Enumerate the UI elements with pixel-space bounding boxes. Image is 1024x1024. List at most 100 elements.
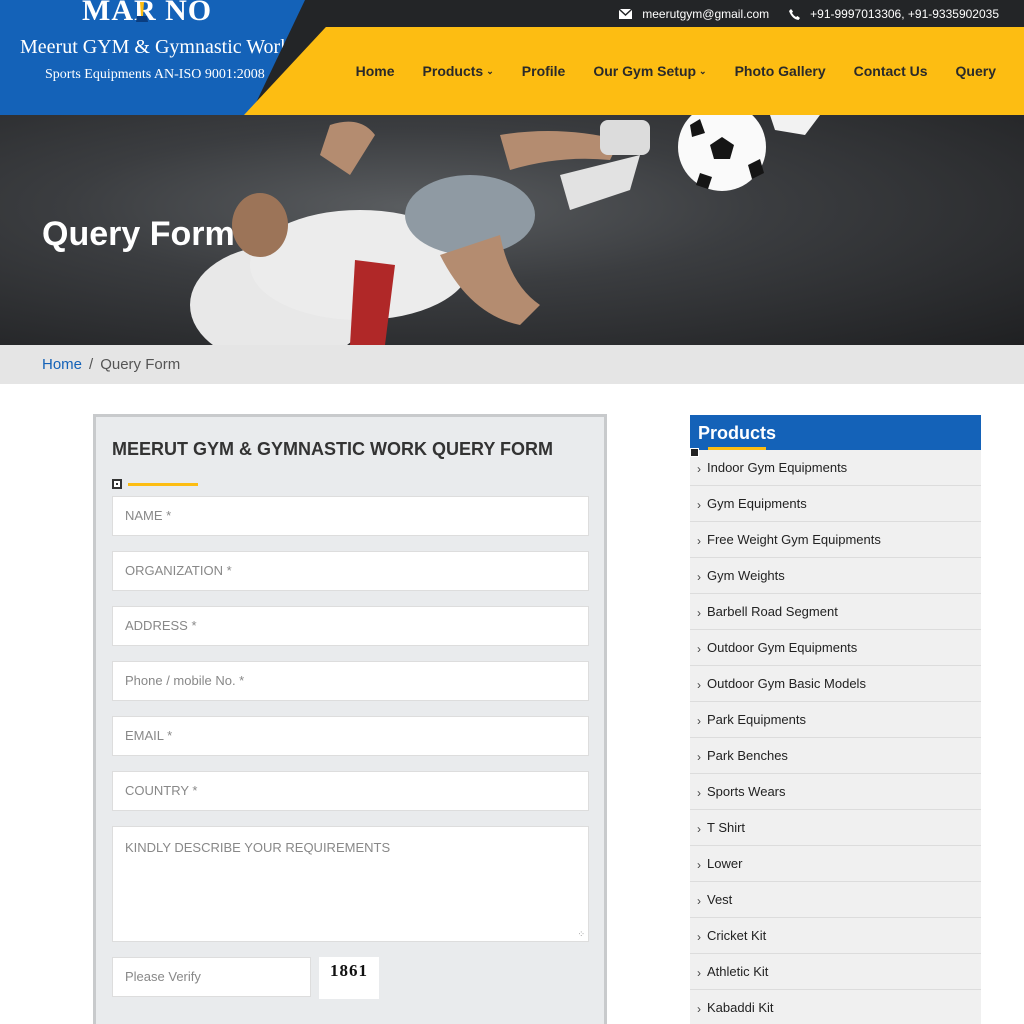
sidebar-item-sports-wears[interactable]: › Sports Wears — [690, 774, 981, 810]
nav-query-label: Query — [955, 63, 996, 79]
form-title: MEERUT GYM & GYMNASTIC WORK QUERY FORM — [112, 439, 553, 459]
products-sidebar: Products › Indoor Gym Equipments › Gym Equ… — [690, 415, 981, 1024]
sidebar-heading: Products — [690, 415, 981, 457]
sidebar-item-label: Outdoor Gym Basic Models — [707, 676, 866, 691]
sidebar-item-label: Barbell Road Segment — [707, 604, 838, 619]
chevron-right-icon: › — [697, 498, 701, 512]
nav-our-gym-setup[interactable]: Our Gym Setup ⌄ — [593, 63, 706, 79]
sidebar-item-gym-equipments[interactable]: › Gym Equipments — [690, 486, 981, 522]
sidebar-item-label: Gym Equipments — [707, 496, 807, 511]
sidebar-item-lower[interactable]: › Lower — [690, 846, 981, 882]
breadcrumb-home-link[interactable]: Home — [42, 356, 82, 373]
sidebar-item-gym-weights[interactable]: › Gym Weights — [690, 558, 981, 594]
sidebar-item-label: Kabaddi Kit — [707, 1000, 774, 1015]
sidebar-item-label: Outdoor Gym Equipments — [707, 640, 858, 655]
phone-input[interactable]: Phone / mobile No. * — [112, 661, 589, 701]
query-form: MEERUT GYM & GYMNASTIC WORK QUERY FORM N… — [93, 414, 607, 1024]
chevron-right-icon: › — [697, 462, 701, 476]
nav-home[interactable]: Home — [356, 63, 395, 79]
logo-torch-icon — [136, 2, 148, 22]
sidebar-item-label: Park Benches — [707, 748, 788, 763]
chevron-right-icon: › — [697, 750, 701, 764]
sidebar-title-underline — [708, 447, 766, 450]
breadcrumb-current: Query Form — [100, 356, 181, 373]
logo-company-name: Meerut GYM & Gymnastic Work — [20, 36, 291, 58]
square-bullet-icon — [112, 479, 122, 489]
address-input[interactable]: ADDRESS * — [112, 606, 589, 646]
collapse-icon[interactable] — [690, 448, 699, 457]
sidebar-item-label: Gym Weights — [707, 568, 785, 583]
nav-query[interactable]: Query — [956, 63, 996, 79]
requirements-placeholder: KINDLY DESCRIBE YOUR REQUIREMENTS — [125, 840, 391, 855]
sidebar-item-barbell-road-segment[interactable]: › Barbell Road Segment — [690, 594, 981, 630]
sidebar-item-label: Cricket Kit — [707, 928, 767, 943]
chevron-right-icon: › — [697, 1002, 701, 1016]
sidebar-item-label: T Shirt — [707, 820, 746, 835]
nav-contact-us-label: Contact Us — [853, 63, 928, 79]
chevron-right-icon: › — [697, 894, 701, 908]
breadcrumb: Home / Query Form — [0, 345, 1024, 384]
main-nav: Home Products ⌄ Profile Our Gym Setup ⌄ Ph… — [244, 27, 1024, 115]
sidebar-item-label: Park Equipments — [707, 712, 806, 727]
email-input[interactable]: EMAIL * — [112, 716, 589, 756]
contact-phone-text: +91-9997013306, +91-9335902035 — [810, 7, 999, 21]
nav-home-label: Home — [355, 63, 395, 79]
nav-photo-gallery-label: Photo Gallery — [734, 63, 826, 79]
main-content: MEERUT GYM & GYMNASTIC WORK QUERY FORM N… — [0, 384, 1024, 1024]
chevron-right-icon: › — [697, 966, 701, 980]
country-input[interactable]: COUNTRY * — [112, 771, 589, 811]
sidebar-item-label: Indoor Gym Equipments — [707, 460, 848, 475]
chevron-right-icon: › — [697, 858, 701, 872]
contact-bar: meerutgym@gmail.com +91-9997013306, +91-… — [619, 6, 999, 22]
name-input[interactable]: NAME * — [112, 496, 589, 536]
chevron-right-icon: › — [697, 606, 701, 620]
chevron-right-icon: › — [697, 714, 701, 728]
envelope-icon — [619, 9, 633, 19]
sidebar-item-vest[interactable]: › Vest — [690, 882, 981, 918]
sidebar-item-indoor-gym-equipments[interactable]: › Indoor Gym Equipments — [690, 450, 981, 486]
nav-products-label: Products — [422, 63, 484, 79]
nav-profile-label: Profile — [521, 63, 566, 79]
chevron-right-icon: › — [697, 930, 701, 944]
chevron-right-icon: › — [697, 822, 701, 836]
organization-input[interactable]: ORGANIZATION * — [112, 551, 589, 591]
site-header: MAR NO Meerut GYM & Gymnastic Work Sport… — [0, 0, 1024, 115]
sidebar-item-label: Sports Wears — [707, 784, 786, 799]
contact-phone[interactable]: +91-9997013306, +91-9335902035 — [789, 7, 999, 21]
sidebar-title: Products — [698, 423, 777, 443]
nav-products[interactable]: Products ⌄ — [423, 63, 494, 79]
contact-email[interactable]: meerutgym@gmail.com — [619, 7, 769, 21]
sidebar-item-park-benches[interactable]: › Park Benches — [690, 738, 981, 774]
page-title: Query Form — [42, 215, 235, 253]
sidebar-item-free-weight-gym-equipments[interactable]: › Free Weight Gym Equipments — [690, 522, 981, 558]
captcha-image: 1861 — [319, 957, 379, 999]
chevron-right-icon: › — [697, 786, 701, 800]
requirements-textarea[interactable]: KINDLY DESCRIBE YOUR REQUIREMENTS ⁘ — [112, 826, 589, 942]
page-banner: Query Form — [0, 115, 1024, 345]
title-decoration — [112, 476, 588, 496]
sidebar-item-park-equipments[interactable]: › Park Equipments — [690, 702, 981, 738]
sidebar-item-outdoor-gym-basic-models[interactable]: › Outdoor Gym Basic Models — [690, 666, 981, 702]
logo[interactable]: MAR NO Meerut GYM & Gymnastic Work Sport… — [0, 0, 305, 115]
sidebar-item-outdoor-gym-equipments[interactable]: › Outdoor Gym Equipments — [690, 630, 981, 666]
logo-tagline: Sports Equipments AN-ISO 9001:2008 — [45, 67, 265, 82]
chevron-right-icon: › — [697, 570, 701, 584]
chevron-right-icon: › — [697, 678, 701, 692]
nav-contact-us[interactable]: Contact Us — [854, 63, 928, 79]
sidebar-item-label: Athletic Kit — [707, 964, 769, 979]
sidebar-item-label: Free Weight Gym Equipments — [707, 532, 881, 547]
verify-input[interactable]: Please Verify — [112, 957, 311, 997]
nav-photo-gallery[interactable]: Photo Gallery — [735, 63, 826, 79]
verify-row: Please Verify 1861 — [112, 957, 588, 999]
nav-our-gym-setup-label: Our Gym Setup — [593, 63, 697, 79]
sidebar-item-t-shirt[interactable]: › T Shirt — [690, 810, 981, 846]
nav-profile[interactable]: Profile — [522, 63, 566, 79]
chevron-right-icon: › — [697, 642, 701, 656]
sidebar-item-label: Lower — [707, 856, 743, 871]
sidebar-item-cricket-kit[interactable]: › Cricket Kit — [690, 918, 981, 954]
products-list: › Indoor Gym Equipments › Gym Equipments ›… — [690, 450, 981, 1024]
chevron-down-icon: ⌄ — [486, 65, 494, 76]
sidebar-item-athletic-kit[interactable]: › Athletic Kit — [690, 954, 981, 990]
sidebar-item-kabaddi-kit[interactable]: › Kabaddi Kit — [690, 990, 981, 1024]
resize-grip-icon[interactable]: ⁘ — [577, 930, 585, 939]
